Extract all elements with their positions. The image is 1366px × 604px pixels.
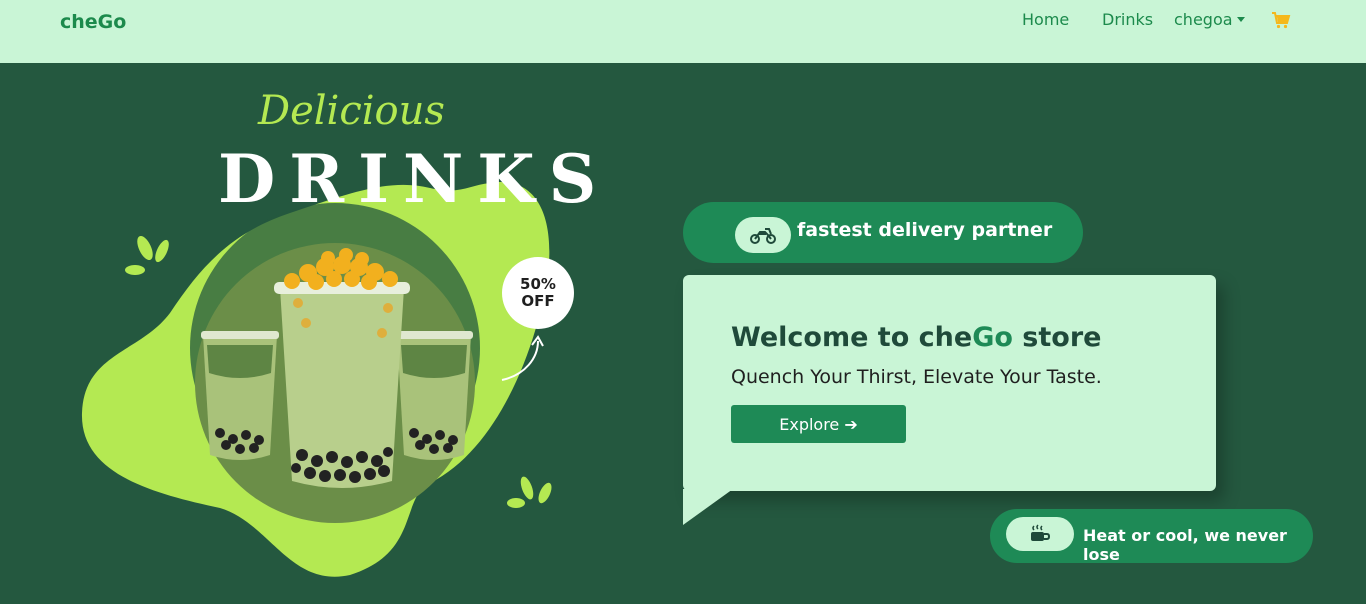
small-cup-left bbox=[201, 331, 279, 460]
nav-link-drinks[interactable]: Drinks bbox=[1102, 10, 1153, 29]
discount-off: OFF bbox=[521, 292, 555, 310]
navbar: cheGo Home Drinks chegoa bbox=[0, 0, 1366, 63]
brand-logo[interactable]: cheGo bbox=[60, 11, 126, 33]
shopping-cart-icon[interactable] bbox=[1271, 11, 1291, 29]
splash-right-icon bbox=[507, 476, 552, 508]
welcome-post: store bbox=[1012, 322, 1102, 353]
heat-label: Heat or cool, we never lose bbox=[1083, 526, 1287, 564]
title-script: Delicious bbox=[258, 88, 445, 134]
user-dropdown[interactable]: chegoa bbox=[1174, 10, 1245, 29]
delivery-pill: fastest delivery partner bbox=[683, 202, 1083, 263]
welcome-heading: Welcome to cheGo store bbox=[731, 322, 1101, 353]
welcome-accent: Go bbox=[972, 322, 1013, 353]
discount-badge: 50% OFF bbox=[502, 257, 574, 329]
explore-button[interactable]: Explore ➔ bbox=[731, 405, 906, 443]
caret-down-icon bbox=[1236, 16, 1245, 22]
coffee-cup-icon bbox=[1031, 524, 1051, 541]
welcome-pre: Welcome to che bbox=[731, 322, 973, 353]
user-dropdown-label: chegoa bbox=[1174, 10, 1233, 29]
small-cup-right bbox=[395, 331, 473, 460]
heat-icon-box bbox=[1006, 517, 1074, 551]
delivery-icon-box bbox=[735, 217, 791, 253]
delivery-label: fastest delivery partner bbox=[797, 219, 1053, 241]
heat-pill: Heat or cool, we never lose bbox=[990, 509, 1313, 564]
nav-link-home[interactable]: Home bbox=[1022, 10, 1069, 29]
card-tail-shape bbox=[683, 489, 733, 525]
discount-percent: 50% bbox=[520, 275, 556, 293]
tagline: Quench Your Thirst, Elevate Your Taste. bbox=[731, 366, 1102, 388]
title-big: DRINKS bbox=[218, 140, 611, 218]
large-cup-center bbox=[274, 248, 410, 488]
motorcycle-icon bbox=[750, 228, 776, 244]
splash-left-icon bbox=[125, 235, 169, 275]
